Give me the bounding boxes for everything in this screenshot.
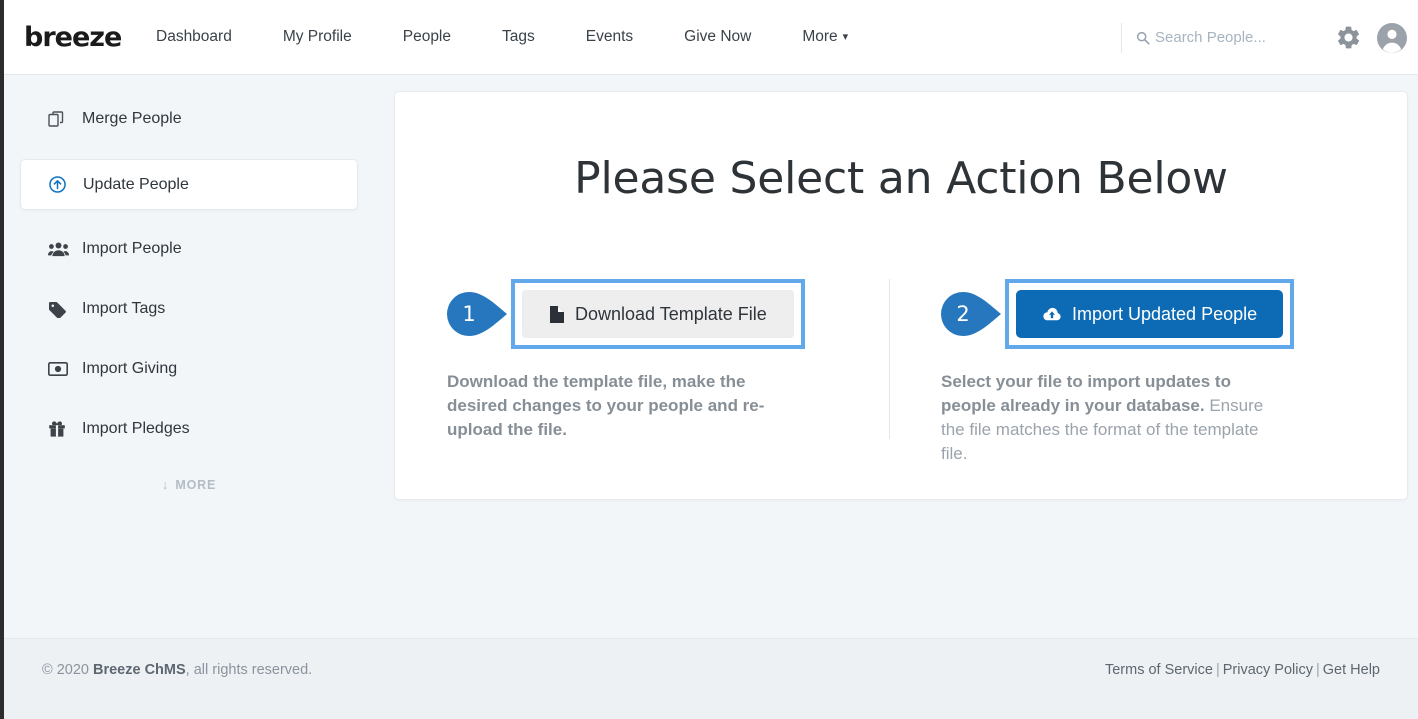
sidebar-item-label: Update People (83, 175, 189, 193)
sidebar-item-label: Import Pledges (82, 420, 190, 437)
nav-label: More (802, 28, 838, 45)
users-group-icon (48, 239, 70, 259)
nav-label: Tags (502, 28, 535, 45)
page-footer: © 2020 Breeze ChMS, all rights reserved.… (4, 638, 1418, 719)
footer-links: Terms of Service | Privacy Policy | Get Help (1105, 662, 1380, 678)
main-content-card: Please Select an Action Below 1 Download… (394, 91, 1408, 500)
footer-separator: | (1215, 662, 1220, 678)
step-number: 1 (462, 302, 476, 326)
arrow-down-icon: ↓ (161, 477, 169, 492)
top-navigation-bar: breeze Dashboard My Profile People Tags … (4, 0, 1418, 75)
step-number-marker-1: 1 (447, 292, 509, 336)
top-right-controls (1121, 0, 1418, 75)
button-label: Import Updated People (1072, 303, 1258, 324)
copyright-suffix: , all rights reserved. (185, 662, 313, 678)
copyright-brand: Breeze ChMS (93, 662, 186, 678)
nav-item-events[interactable]: Events (586, 22, 633, 52)
step-2-highlight-box: Import Updated People (1005, 279, 1295, 349)
sidebar-item-label: Import Giving (82, 360, 178, 377)
import-updated-people-button[interactable]: Import Updated People (1016, 290, 1284, 338)
step-1-description-bold: Download the template file, make the des… (447, 372, 765, 440)
sidebar-nav: Merge People Update People Import People… (4, 75, 374, 492)
step-2-description: Select your file to import updates to pe… (941, 370, 1287, 467)
step-2-button-row: 2 Import Updated People (941, 279, 1377, 349)
sidebar-item-label: Merge People (82, 110, 182, 127)
file-download-icon (549, 305, 565, 324)
main-nav: Dashboard My Profile People Tags Events … (156, 22, 848, 52)
money-bill-icon (48, 359, 70, 379)
arrow-up-circle-icon (49, 175, 71, 195)
nav-item-more[interactable]: More ▾ (802, 22, 848, 52)
copyright-text: © 2020 Breeze ChMS, all rights reserved. (42, 662, 312, 678)
sidebar-item-label: Import Tags (82, 300, 166, 317)
sidebar-item-update-people[interactable]: Update People (20, 159, 358, 210)
step-1-button-row: 1 Download Template File (447, 279, 871, 349)
nav-label: Dashboard (156, 28, 232, 45)
nav-item-dashboard[interactable]: Dashboard (156, 22, 232, 52)
search-box[interactable] (1121, 22, 1320, 53)
download-template-file-button[interactable]: Download Template File (522, 290, 794, 338)
step-number-marker-2: 2 (941, 292, 1003, 336)
nav-label: My Profile (282, 28, 352, 45)
button-label: Download Template File (575, 303, 767, 324)
settings-gear-button[interactable] (1334, 24, 1362, 52)
sidebar-item-merge-people[interactable]: Merge People (20, 99, 358, 139)
sidebar-item-import-tags[interactable]: Import Tags (20, 289, 358, 329)
nav-item-give-now[interactable]: Give Now (684, 22, 751, 52)
action-steps-row: 1 Download Template File Download the te… (395, 279, 1407, 467)
copyright-prefix: © 2020 (42, 662, 93, 678)
get-help-link[interactable]: Get Help (1323, 662, 1380, 678)
search-icon (1136, 31, 1150, 45)
sidebar-item-import-giving[interactable]: Import Giving (20, 349, 358, 389)
app-window: breeze Dashboard My Profile People Tags … (0, 0, 1418, 719)
nav-item-my-profile[interactable]: My Profile (283, 22, 352, 52)
footer-separator: | (1315, 662, 1320, 678)
sidebar-more-label: MORE (175, 477, 217, 492)
step-1-highlight-box: Download Template File (511, 279, 805, 349)
nav-label: Events (585, 28, 634, 45)
nav-item-people[interactable]: People (403, 22, 451, 52)
step-number: 2 (956, 302, 970, 326)
nav-label: People (402, 28, 451, 45)
step-1-description: Download the template file, make the des… (447, 370, 793, 442)
sidebar-more-button[interactable]: ↓ MORE (4, 477, 374, 492)
search-input[interactable] (1155, 29, 1320, 46)
terms-of-service-link[interactable]: Terms of Service (1105, 662, 1213, 678)
sidebar-item-import-people[interactable]: Import People (20, 229, 358, 269)
nav-label: Give Now (684, 28, 752, 45)
breeze-logo[interactable]: breeze (24, 22, 122, 53)
merge-copy-icon (48, 109, 70, 129)
cloud-upload-icon (1042, 307, 1062, 322)
step-2-description-bold: Select your file to import updates to pe… (941, 372, 1231, 416)
page-title: Please Select an Action Below (574, 153, 1228, 204)
action-step-1: 1 Download Template File Download the te… (395, 279, 901, 467)
user-avatar-icon (1377, 22, 1407, 53)
gift-icon (48, 419, 70, 439)
gear-icon (1337, 26, 1359, 49)
nav-item-tags[interactable]: Tags (502, 22, 535, 52)
chevron-down-icon: ▾ (842, 31, 849, 43)
privacy-policy-link[interactable]: Privacy Policy (1223, 662, 1313, 678)
tag-icon (48, 299, 70, 319)
sidebar-item-import-pledges[interactable]: Import Pledges (20, 409, 358, 449)
action-step-2: 2 Import Updated People Select your file… (901, 279, 1407, 467)
user-account-button[interactable] (1376, 22, 1408, 54)
sidebar-item-label: Import People (82, 240, 182, 257)
